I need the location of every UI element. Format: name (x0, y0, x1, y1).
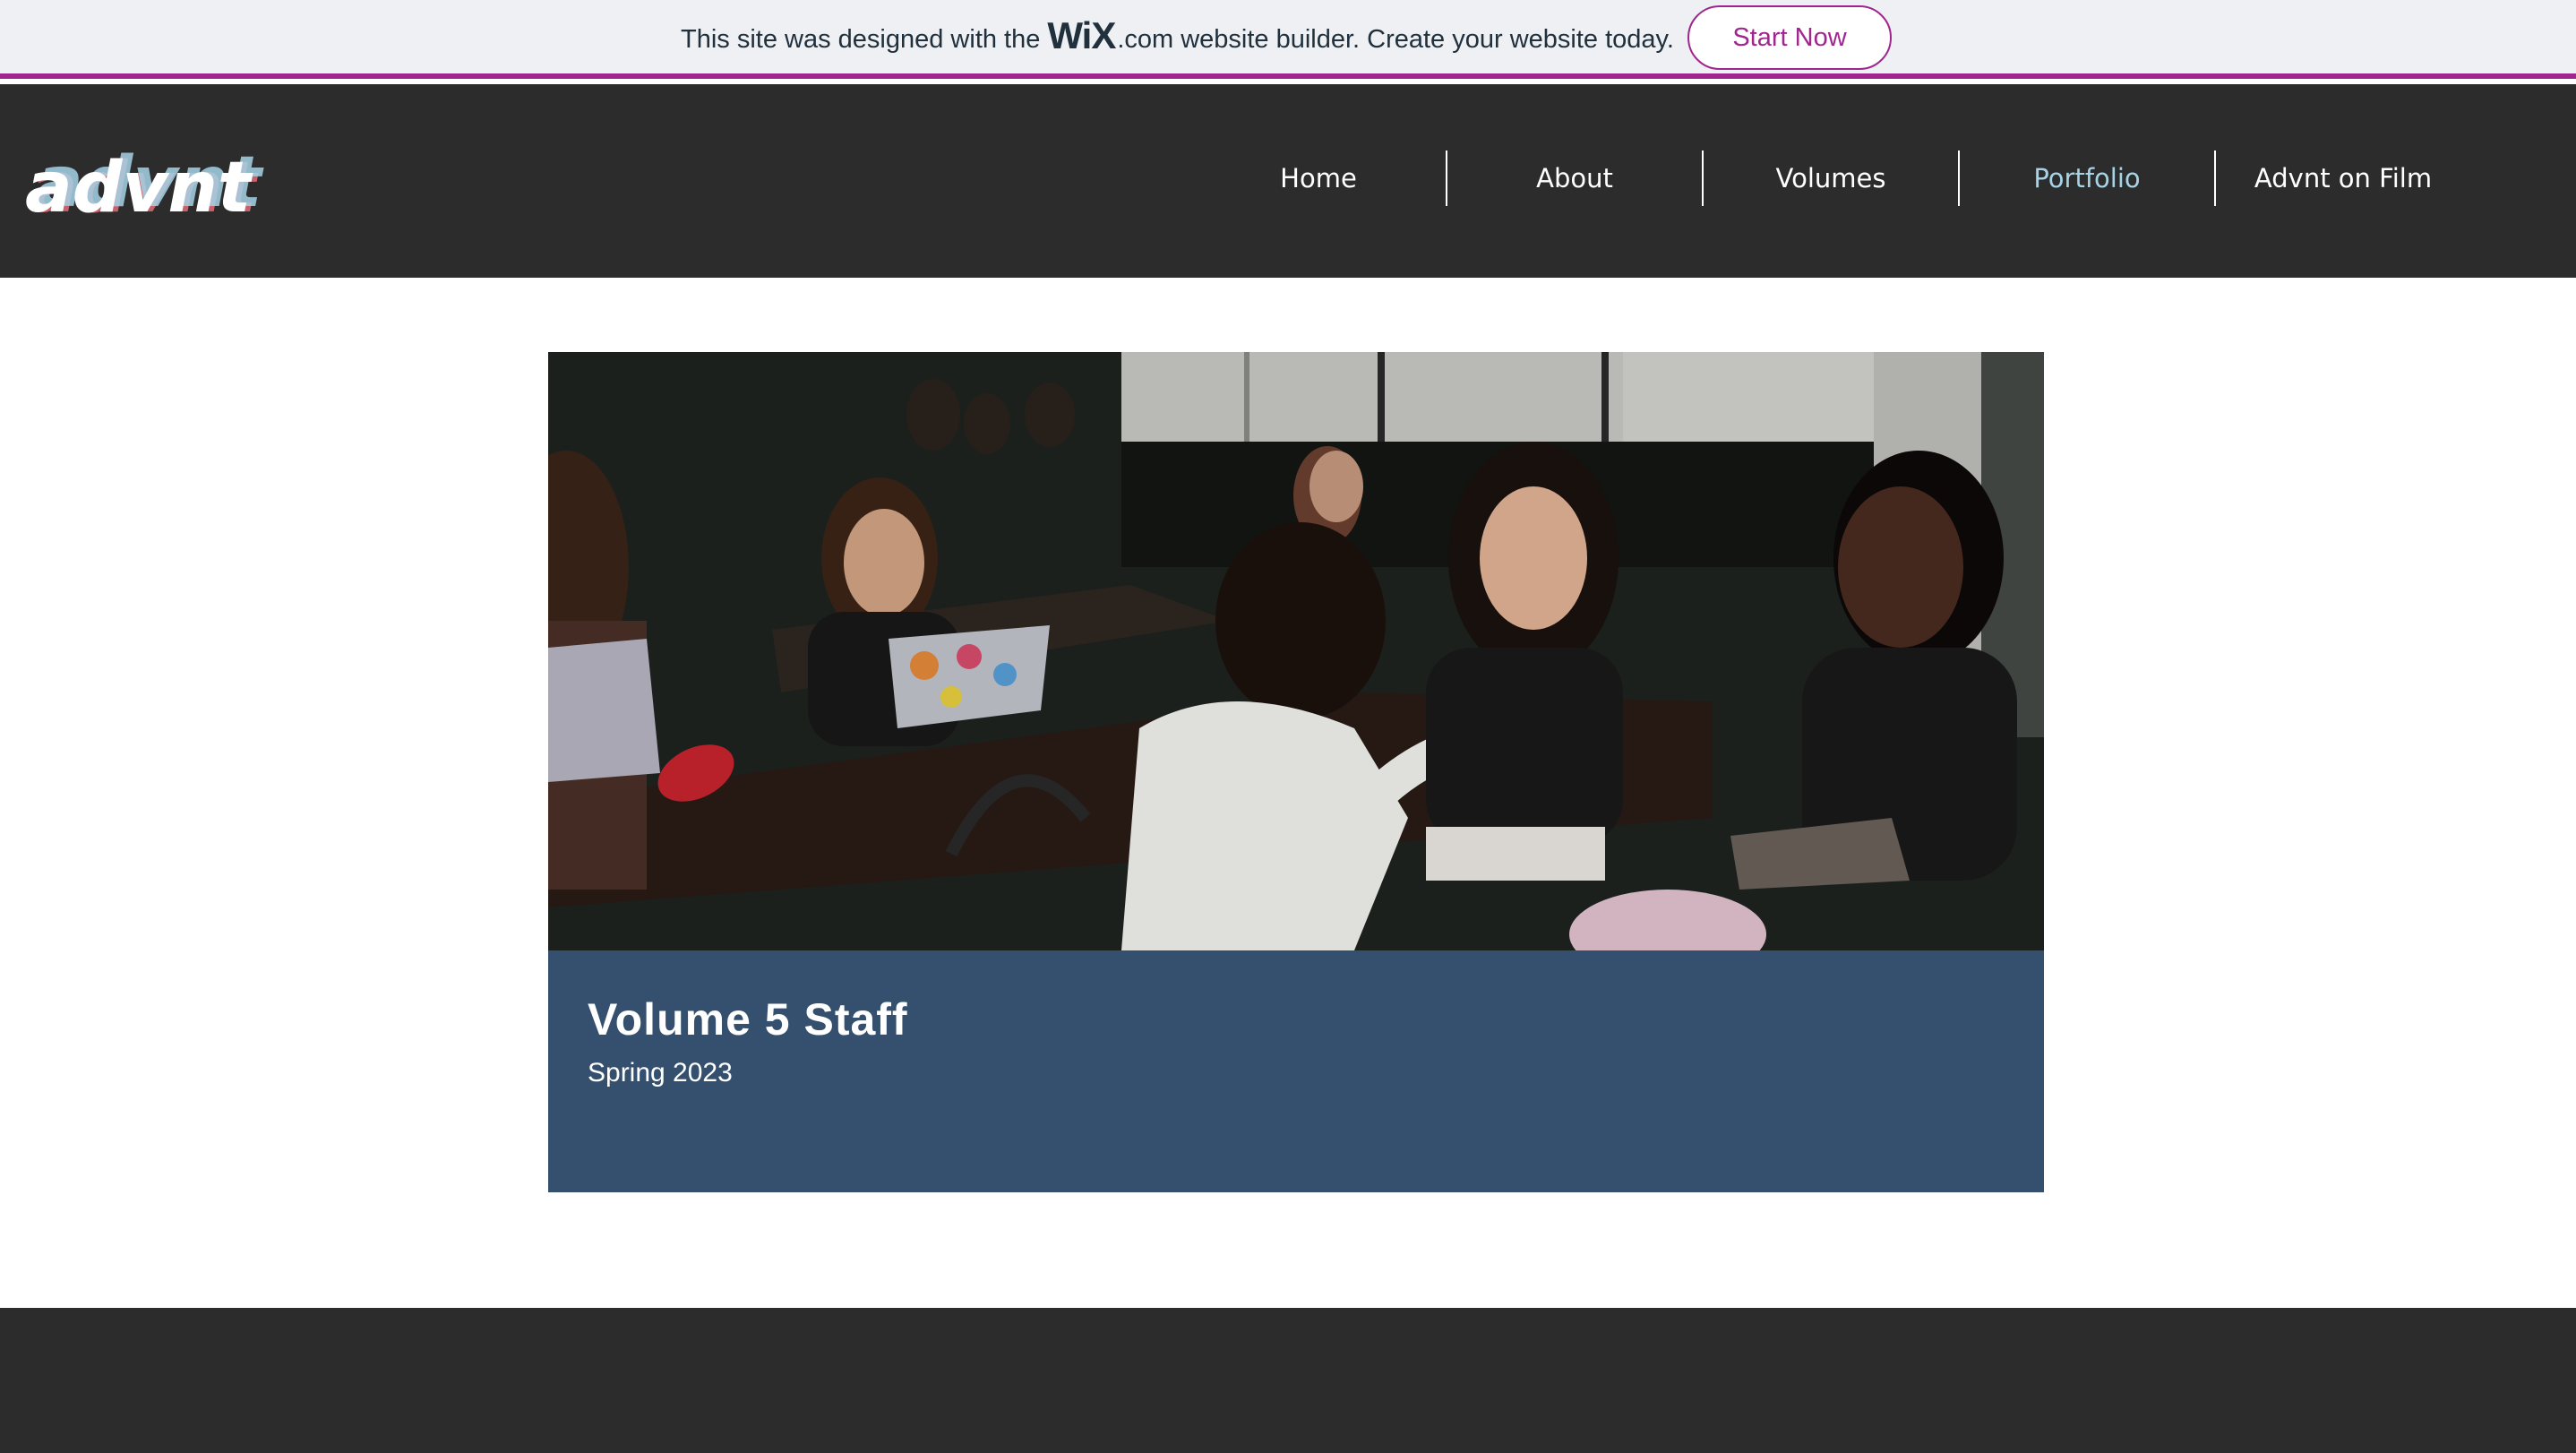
main-nav: Home About Volumes Portfolio Advnt on Fi… (1191, 150, 2470, 206)
site-footer (0, 1308, 2576, 1453)
logo-text: advnt (25, 148, 253, 228)
wix-logo: WiX (1047, 14, 1116, 56)
nav-item-portfolio[interactable]: Portfolio (1960, 150, 2214, 206)
advnt-logo[interactable]: advnt advnt advnt (25, 147, 285, 236)
card-title: Volume 5 Staff (588, 994, 908, 1045)
site-header: advnt advnt advnt Home About Volumes Por… (0, 84, 2576, 278)
start-now-button[interactable]: Start Now (1687, 5, 1892, 70)
card-subtitle: Spring 2023 (588, 1058, 733, 1088)
nav-item-about[interactable]: About (1447, 150, 1702, 206)
wix-promo-text-before: This site was designed with the (681, 24, 1041, 54)
nav-item-home[interactable]: Home (1191, 150, 1446, 206)
volume-card[interactable]: Volume 5 Staff Spring 2023 (548, 352, 2044, 1192)
wix-dotcom: .com (1117, 24, 1174, 54)
wix-promo-banner: This site was designed with the WiX .com… (0, 0, 2576, 79)
wix-promo-text-after: website builder. Create your website tod… (1181, 24, 1674, 54)
nav-item-volumes[interactable]: Volumes (1704, 150, 1958, 206)
staff-photo (548, 352, 2044, 950)
nav-item-advnt-on-film[interactable]: Advnt on Film (2216, 150, 2470, 206)
card-caption: Volume 5 Staff Spring 2023 (588, 997, 908, 1087)
staff-photo-illustration (548, 352, 2044, 950)
wix-promo-text: This site was designed with the WiX .com… (681, 14, 1674, 59)
